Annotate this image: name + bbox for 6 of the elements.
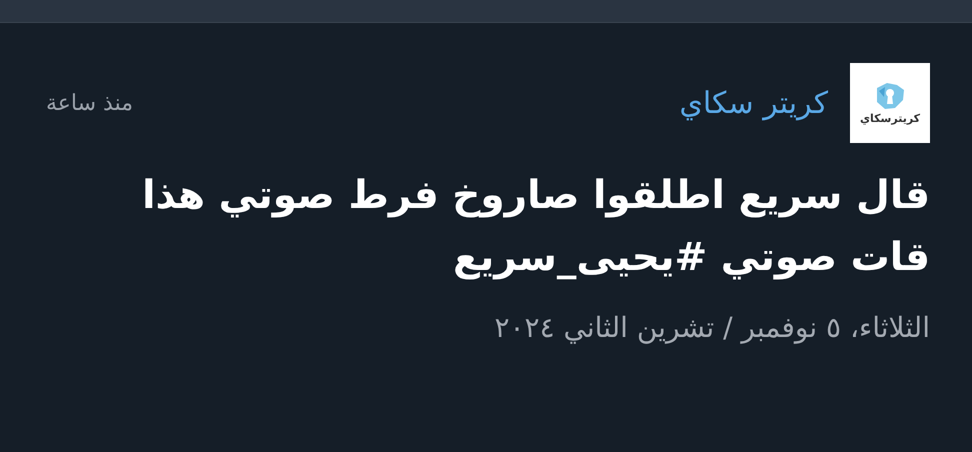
post-date: الثلاثاء، ٥ نوفمبر / تشرين الثاني ٢٠٢٤ [494, 311, 930, 344]
headline-line: قال سريع اطلقوا صاروخ فرط صوتي هذا [142, 172, 930, 220]
headline-line: قات صوتي #يحيى_سريع [453, 234, 930, 282]
source-name[interactable]: كريتر سكاي [679, 86, 828, 120]
logo-text: كريترسكاي [860, 112, 920, 124]
post-time: منذ ساعة [46, 90, 134, 116]
